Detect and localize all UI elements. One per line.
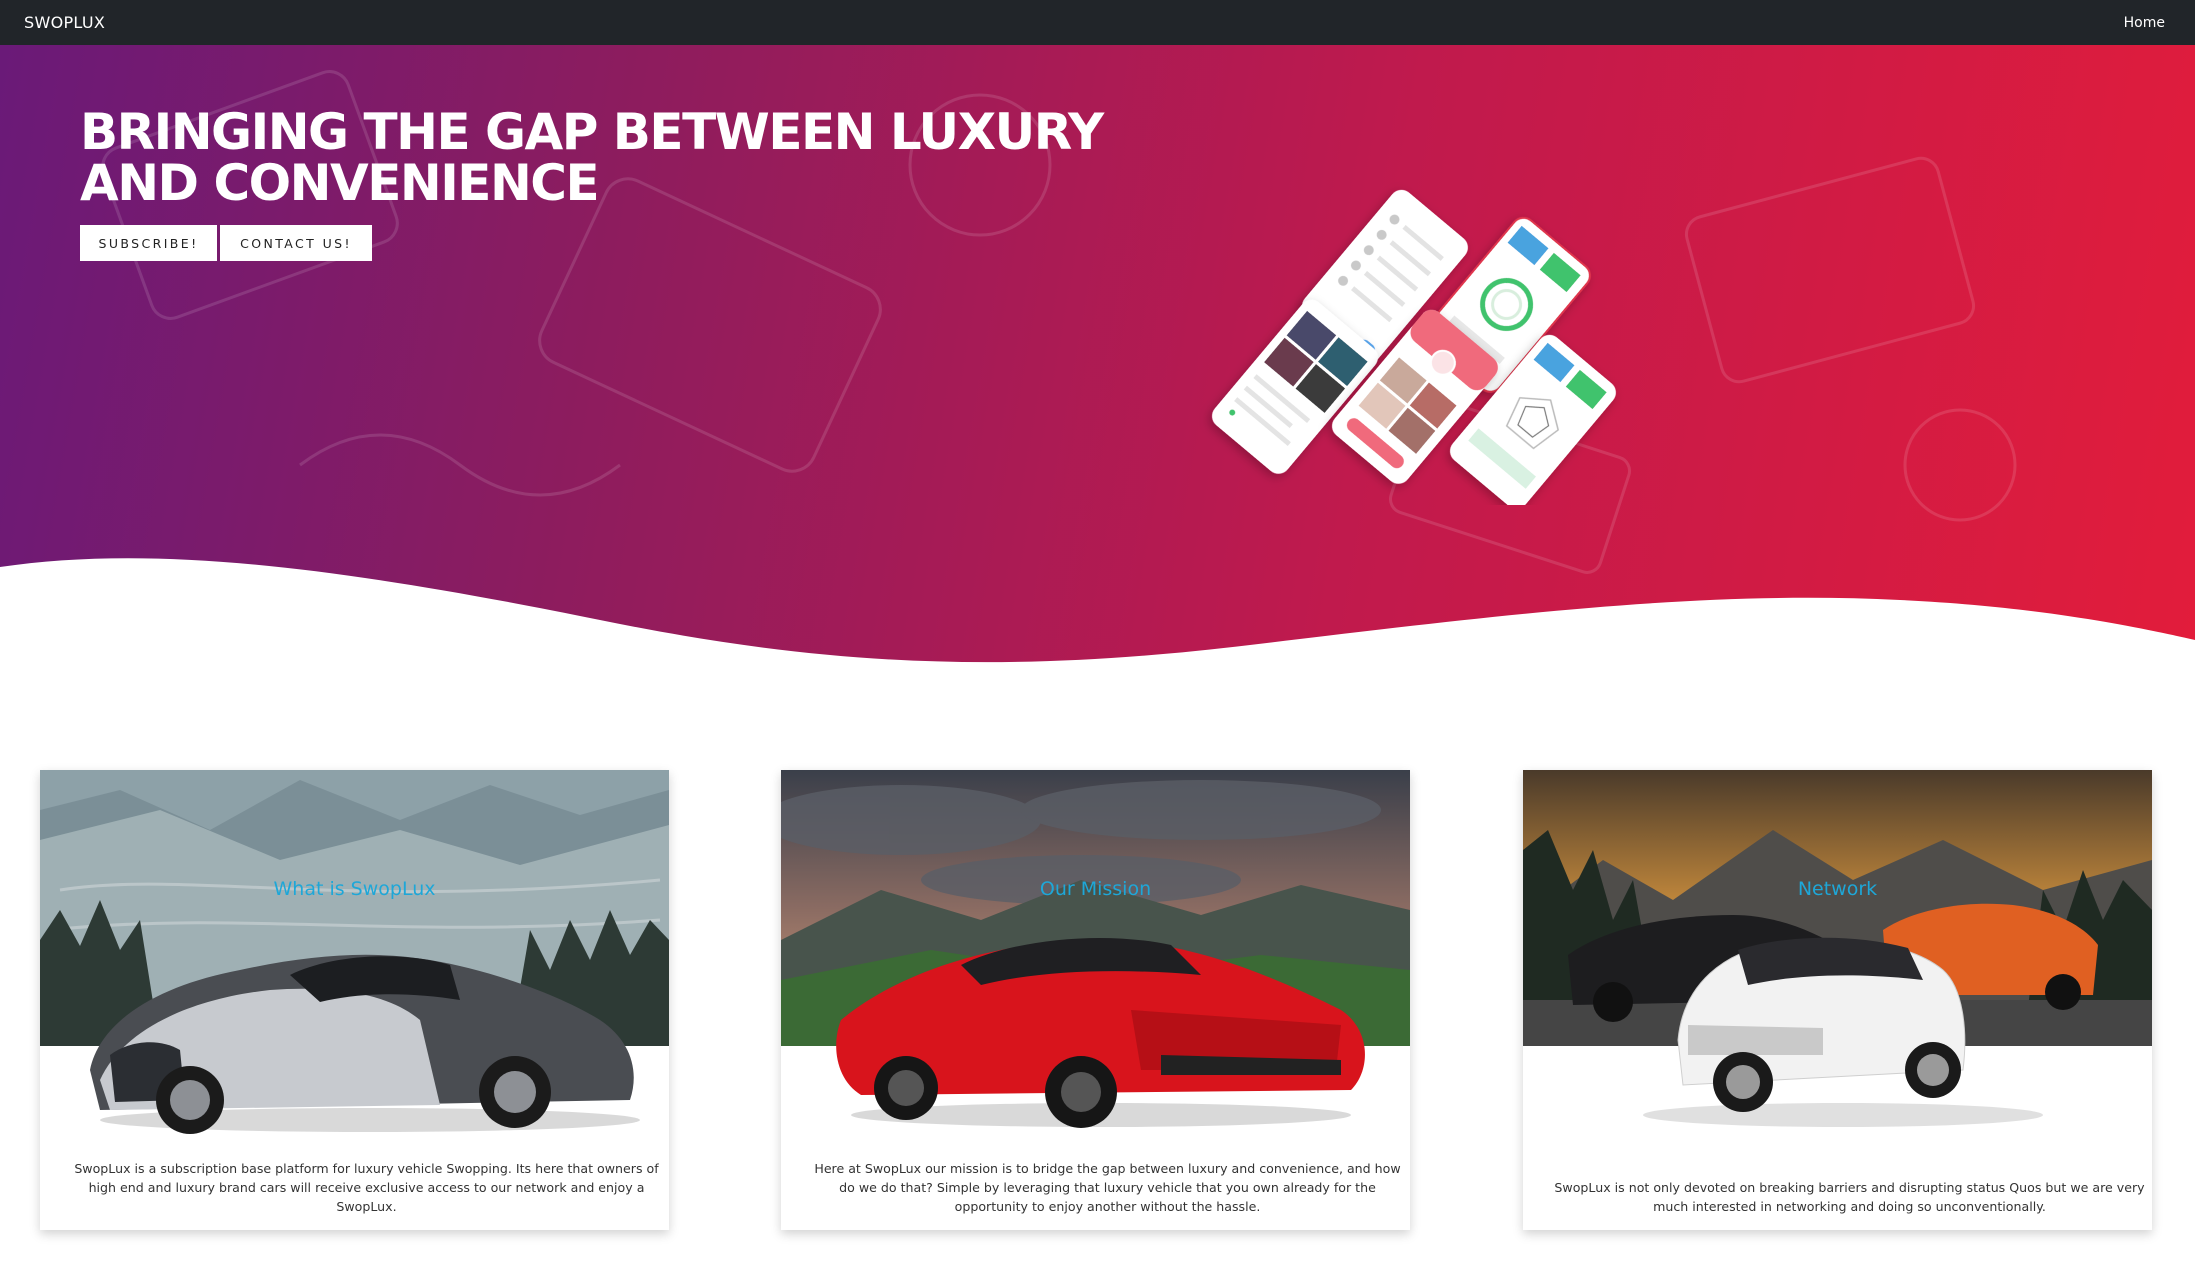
card-what-is-swoplux: What is SwopLux SwopLux is a subscriptio… [40,770,669,1230]
card-title: Network [1797,878,1878,900]
card-network: Network SwopLux is not only devoted on b… [1523,770,2152,1230]
brand-logo[interactable]: SWOPLUX [24,13,105,32]
hero-section: BRINGING THE GAP BETWEEN LUXURY AND CONV… [0,45,2195,667]
card-description: SwopLux is a subscription base platform … [74,1161,659,1214]
nav-home-link[interactable]: Home [2124,15,2165,31]
card-image-sunset [1523,770,2152,1046]
card-description: SwopLux is not only devoted on breaking … [1554,1180,2145,1214]
card-title: Our Mission [1039,878,1152,900]
card-image-mountains [40,770,669,1046]
card-image-valley [781,770,1410,1046]
card-title: What is SwopLux [273,878,436,900]
top-navbar: SWOPLUX Home [0,0,2195,45]
card-description: Here at SwopLux our mission is to bridge… [814,1161,1401,1214]
hero-wave-divider [0,558,2195,667]
card-our-mission: Our Mission Here at SwopLux our mission … [781,770,1410,1230]
